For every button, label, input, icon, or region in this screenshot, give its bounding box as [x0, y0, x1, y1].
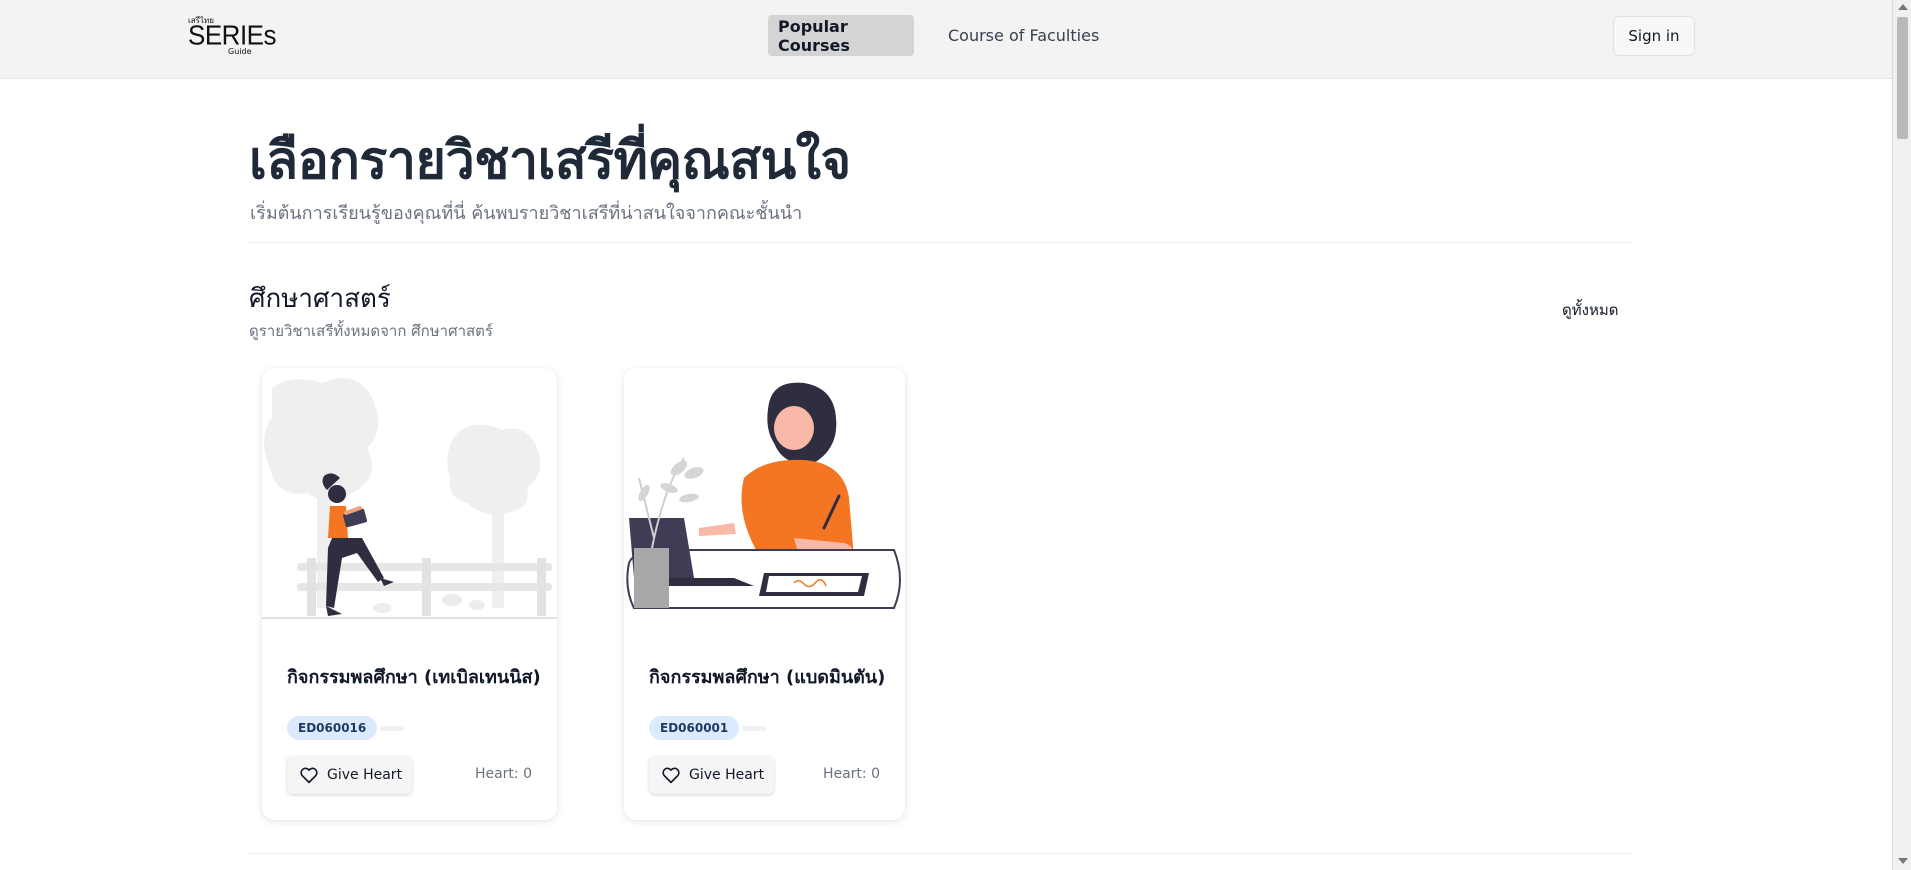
tab-course-of-faculties[interactable]: Course of Faculties [938, 15, 1109, 56]
course-code-badge: ED060016 [287, 716, 378, 740]
heart-icon [300, 767, 318, 784]
scrollbar-thumb[interactable] [1897, 17, 1908, 139]
course-title[interactable]: กิจกรรมพลศึกษา (เทเบิลเทนนิส) [287, 662, 541, 691]
page-scrollbar[interactable] [1892, 0, 1911, 870]
site-logo[interactable]: เสรีไทย SERIEs Guide [188, 14, 277, 58]
give-heart-button[interactable]: Give Heart [649, 756, 774, 794]
course-card[interactable]: กิจกรรมพลศึกษา (เทเบิลเทนนิส) ED060016 G… [262, 368, 557, 820]
section-title: ศึกษาศาสตร์ [249, 284, 391, 314]
heart-count: Heart: 0 [474, 766, 532, 782]
section-divider [249, 853, 1633, 854]
tab-popular-courses[interactable]: Popular Courses [768, 15, 914, 56]
empty-tag-pill [380, 726, 404, 731]
sign-in-button[interactable]: Sign in [1613, 16, 1695, 56]
heart-icon [662, 767, 680, 784]
person-drawing-at-desk-illustration [626, 382, 901, 609]
course-code-badge: ED060001 [649, 716, 740, 740]
section-subtitle: ดูรายวิชาเสรีทั้งหมดจาก ศึกษาศาสตร์ [249, 322, 493, 340]
hero-divider [249, 242, 1633, 243]
logo-main-text: SERIEs [188, 19, 277, 51]
logo-sub-text: Guide [228, 47, 252, 56]
page-subtitle: เริ่มต้นการเรียนรู้ของคุณที่นี่ ค้นพบราย… [250, 203, 803, 224]
empty-tag-pill [742, 726, 766, 731]
view-all-link[interactable]: ดูทั้งหมด [1562, 298, 1618, 322]
scroll-up-arrow-icon[interactable] [1898, 4, 1908, 10]
top-navbar: เสรีไทย SERIEs Guide Popular Courses Cou… [0, 0, 1892, 79]
person-sitting-on-fence-illustration [262, 378, 557, 619]
course-card[interactable]: กิจกรรมพลศึกษา (แบดมินตัน) ED060001 Give… [624, 368, 905, 820]
heart-count: Heart: 0 [822, 766, 880, 782]
page-title: เลือกรายวิชาเสรีที่คุณสนใจ [249, 131, 851, 191]
scroll-down-arrow-icon[interactable] [1898, 858, 1908, 864]
course-title[interactable]: กิจกรรมพลศึกษา (แบดมินตัน) [649, 662, 885, 691]
give-heart-button[interactable]: Give Heart [287, 756, 412, 794]
give-heart-label: Give Heart [327, 767, 403, 783]
give-heart-label: Give Heart [689, 767, 765, 783]
